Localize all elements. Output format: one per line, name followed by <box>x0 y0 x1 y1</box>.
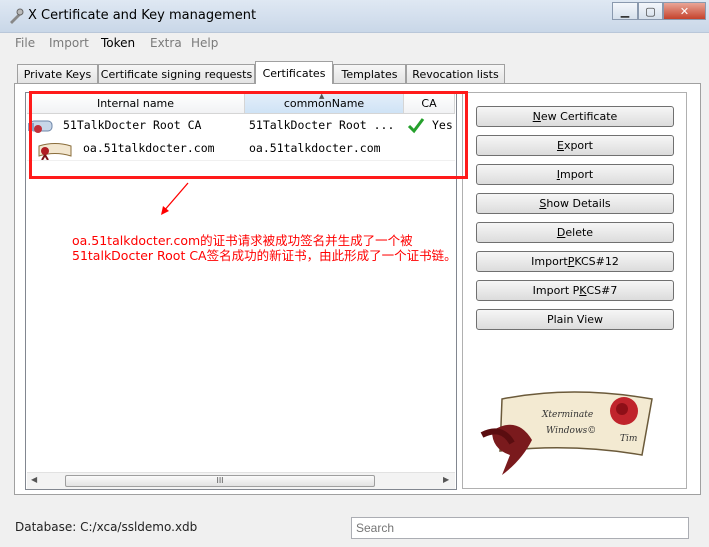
xterminate-scroll-logo: Xterminate Windows© Tim <box>480 391 653 475</box>
delete-button[interactable]: Delete <box>476 222 674 243</box>
scroll-left-icon[interactable]: ◀ <box>31 475 37 484</box>
import-pkcs12-button[interactable]: Import P KCS#12 <box>476 251 674 272</box>
menu-help[interactable]: Help <box>191 36 218 50</box>
maximize-icon: ▢ <box>645 4 656 18</box>
menu-bar: File Import Token Extra Help <box>0 33 709 53</box>
import-pkcs7-button[interactable]: Import P K CS#7 <box>476 280 674 301</box>
tab-private-keys[interactable]: Private Keys <box>17 64 98 83</box>
title-bar: X Certificate and Key management ▁ ▢ ✕ <box>0 0 709 33</box>
tab-certificates[interactable]: Certificates <box>255 61 333 84</box>
scroll-thumb[interactable]: III <box>65 475 375 487</box>
annotation-text: oa.51talkdocter.com的证书请求被成功签名并生成了一个被51ta… <box>72 233 457 263</box>
highlight-box <box>29 91 468 179</box>
minimize-button[interactable]: ▁ <box>612 2 638 20</box>
app-icon <box>8 8 24 24</box>
new-certificate-button[interactable]: New Certificate <box>476 106 674 127</box>
window-title: X Certificate and Key management <box>28 8 257 23</box>
import-button[interactable]: Import <box>476 164 674 185</box>
logo-text: Xterminate <box>541 410 593 420</box>
scroll-right-icon[interactable]: ▶ <box>443 475 449 484</box>
show-details-button[interactable]: Show Details <box>476 193 674 214</box>
tab-certificate-signing-requests[interactable]: Certificate signing requests <box>98 64 255 83</box>
minimize-icon: ▁ <box>620 4 630 18</box>
menu-file[interactable]: File <box>15 36 35 50</box>
horizontal-scrollbar[interactable]: ◀ III ▶ <box>27 472 455 489</box>
close-icon: ✕ <box>679 4 690 18</box>
tab-revocation-lists[interactable]: Revocation lists <box>406 64 505 83</box>
maximize-button[interactable]: ▢ <box>638 2 663 20</box>
plain-view-button[interactable]: Plain View <box>476 309 674 330</box>
database-status: Database: C:/xca/ssldemo.xdb <box>15 520 198 534</box>
export-button[interactable]: Export <box>476 135 674 156</box>
arrow-annotation <box>161 182 189 215</box>
search-input[interactable] <box>351 517 689 539</box>
menu-import[interactable]: Import <box>49 36 89 50</box>
close-button[interactable]: ✕ <box>663 2 706 20</box>
menu-token[interactable]: Token <box>101 36 135 50</box>
svg-text:Windows©: Windows© <box>546 426 596 436</box>
svg-text:Tim: Tim <box>620 434 637 444</box>
tab-templates[interactable]: Templates <box>333 64 406 83</box>
menu-extra[interactable]: Extra <box>150 36 182 50</box>
